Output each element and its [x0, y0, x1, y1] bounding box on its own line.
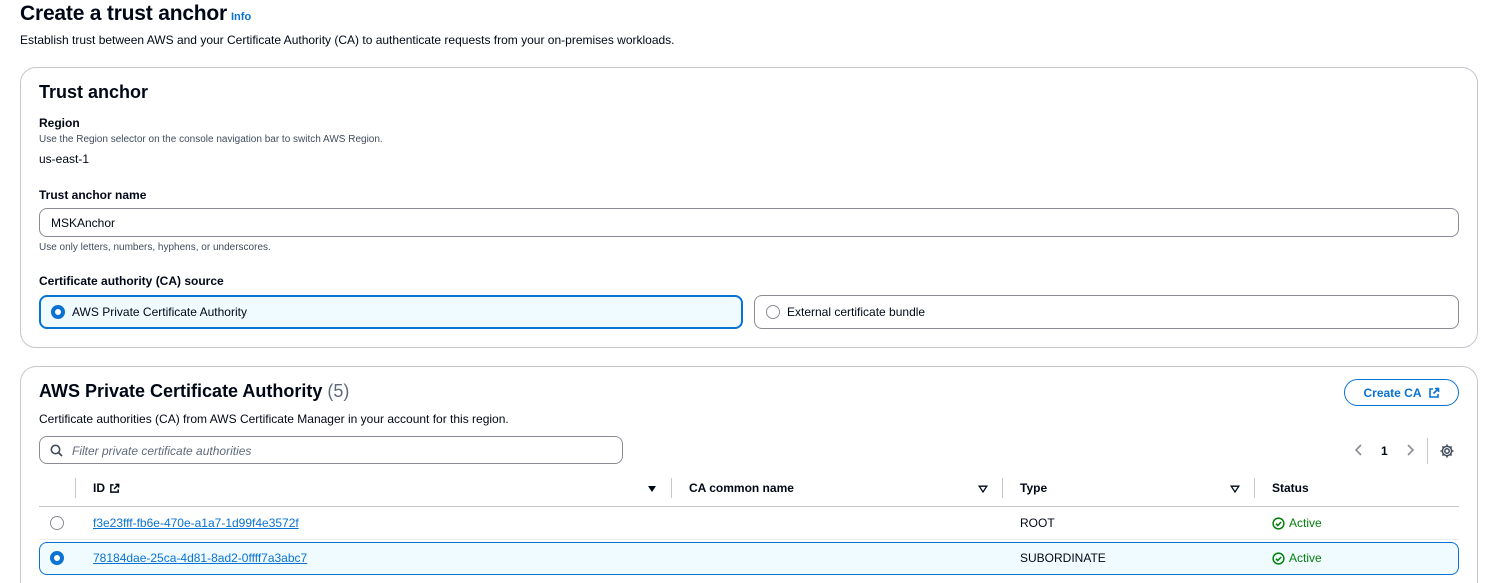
- table-row[interactable]: f3e23fff-fb6e-470e-a1a7-1d99f4e3572f ROO…: [39, 507, 1459, 540]
- private-ca-panel: AWS Private Certificate Authority (5) Ce…: [20, 366, 1478, 583]
- settings-gear-icon[interactable]: [1439, 443, 1455, 459]
- column-header-type[interactable]: Type: [1020, 481, 1047, 495]
- column-header-label: ID: [93, 481, 105, 495]
- table-row-selected[interactable]: 78184dae-25ca-4d81-8ad2-0ffff7a3abc7 SUB…: [39, 542, 1459, 575]
- column-header-status[interactable]: Status: [1272, 481, 1309, 495]
- status-check-icon: [1272, 516, 1285, 530]
- sort-caret-icon[interactable]: [647, 484, 657, 494]
- chevron-right-icon[interactable]: [1404, 442, 1416, 458]
- region-hint: Use the Region selector on the console n…: [39, 134, 383, 145]
- ca-type: ROOT: [1020, 516, 1055, 530]
- create-ca-label: Create CA: [1363, 385, 1422, 400]
- ca-source-option-label: External certificate bundle: [787, 305, 926, 319]
- ca-type: SUBORDINATE: [1020, 551, 1106, 565]
- ca-status-text: Active: [1289, 551, 1322, 565]
- info-link[interactable]: Info: [231, 11, 251, 23]
- column-header-ca-common-name[interactable]: CA common name: [689, 481, 794, 495]
- row-radio-icon[interactable]: [50, 516, 64, 530]
- column-separator: [1254, 478, 1255, 498]
- radio-selected-icon[interactable]: [51, 305, 65, 319]
- sort-caret-icon[interactable]: [978, 484, 988, 494]
- page-title: Create a trust anchor: [20, 2, 228, 25]
- trust-anchor-name-label: Trust anchor name: [39, 188, 147, 202]
- filter-field[interactable]: [39, 436, 623, 464]
- pagination-divider: [1427, 438, 1428, 464]
- private-ca-heading-text: AWS Private Certificate Authority: [39, 381, 323, 401]
- region-value: us-east-1: [39, 152, 90, 166]
- region-label: Region: [39, 116, 80, 130]
- private-ca-heading: AWS Private Certificate Authority (5): [39, 381, 349, 402]
- column-separator: [671, 478, 672, 498]
- ca-id-link[interactable]: 78184dae-25ca-4d81-8ad2-0ffff7a3abc7: [93, 551, 307, 565]
- ca-status-text: Active: [1289, 516, 1322, 530]
- pagination-current-page[interactable]: 1: [1381, 444, 1388, 458]
- ca-status: Active: [1272, 551, 1322, 565]
- private-ca-count: (5): [327, 381, 350, 401]
- ca-status: Active: [1272, 516, 1322, 530]
- ca-source-option-label: AWS Private Certificate Authority: [72, 305, 247, 319]
- filter-input[interactable]: [72, 441, 612, 460]
- private-ca-description: Certificate authorities (CA) from AWS Ce…: [39, 412, 509, 426]
- ca-source-label: Certificate authority (CA) source: [39, 274, 224, 288]
- row-radio-selected-icon[interactable]: [50, 551, 64, 565]
- page-description: Establish trust between AWS and your Cer…: [20, 33, 675, 47]
- chevron-left-icon[interactable]: [1353, 442, 1365, 458]
- column-separator: [75, 478, 76, 498]
- trust-anchor-panel: Trust anchor Region Use the Region selec…: [20, 67, 1478, 348]
- ca-source-option-aws-pca[interactable]: AWS Private Certificate Authority: [39, 295, 743, 329]
- sort-caret-icon[interactable]: [1230, 484, 1240, 494]
- trust-anchor-name-input[interactable]: [39, 208, 1459, 237]
- status-check-icon: [1272, 551, 1285, 565]
- column-header-id[interactable]: ID: [93, 481, 120, 495]
- external-link-icon: [110, 483, 120, 493]
- ca-source-option-external-bundle[interactable]: External certificate bundle: [754, 295, 1459, 329]
- trust-anchor-heading: Trust anchor: [39, 82, 149, 102]
- column-separator: [1002, 478, 1003, 498]
- ca-id-link[interactable]: f3e23fff-fb6e-470e-a1a7-1d99f4e3572f: [93, 516, 299, 530]
- create-ca-button[interactable]: Create CA: [1344, 379, 1459, 406]
- search-icon: [50, 444, 63, 457]
- radio-unselected-icon[interactable]: [766, 305, 780, 319]
- trust-anchor-name-hint: Use only letters, numbers, hyphens, or u…: [39, 242, 271, 253]
- external-link-icon: [1428, 387, 1439, 398]
